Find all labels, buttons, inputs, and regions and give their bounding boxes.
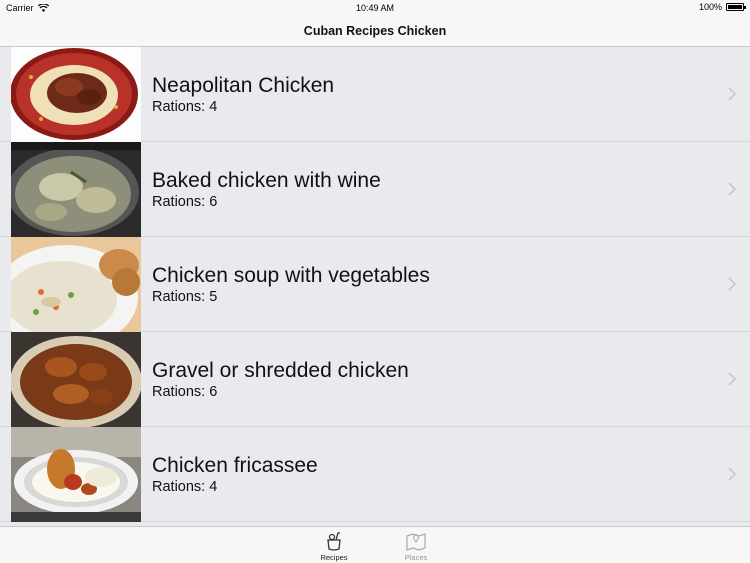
- status-right: 100%: [698, 2, 746, 12]
- recipe-text: Neapolitan Chicken Rations: 4: [141, 47, 334, 141]
- chevron-right-icon: [728, 467, 737, 481]
- tab-recipes[interactable]: Recipes: [314, 527, 354, 563]
- recipe-row[interactable]: Gravel or shredded chicken Rations: 6: [0, 332, 750, 427]
- recipe-image: [11, 237, 141, 332]
- chevron-right-icon: [728, 277, 737, 291]
- recipe-rations: Rations: 6: [152, 384, 218, 400]
- recipe-text: Chicken fricassee Rations: 4: [141, 427, 318, 521]
- chevron-right-icon: [728, 372, 737, 386]
- chevron-right-icon: [728, 87, 737, 101]
- recipe-title: Baked chicken with wine: [152, 169, 381, 192]
- recipe-title: Gravel or shredded chicken: [152, 359, 409, 382]
- recipe-image: [11, 47, 141, 142]
- recipe-rations: Rations: 4: [152, 479, 218, 495]
- status-bar: Carrier 10:49 AM 100%: [0, 0, 750, 16]
- tab-bar: Recipes Places: [0, 526, 750, 563]
- tab-places[interactable]: Places: [396, 527, 436, 563]
- recipe-image: [11, 427, 141, 522]
- recipe-list[interactable]: Neapolitan Chicken Rations: 4 Baked chic…: [0, 47, 750, 526]
- chevron-right-icon: [728, 182, 737, 196]
- battery-icon: [726, 3, 746, 11]
- recipe-rations: Rations: 5: [152, 289, 218, 305]
- recipes-icon: [327, 532, 341, 551]
- recipe-text: Chicken soup with vegetables Rations: 5: [141, 237, 430, 331]
- recipe-text: Gravel or shredded chicken Rations: 6: [141, 332, 409, 426]
- recipe-title: Chicken soup with vegetables: [152, 264, 430, 287]
- recipe-title: Neapolitan Chicken: [152, 74, 335, 97]
- recipe-image: [11, 142, 141, 237]
- tab-label: Places: [404, 553, 428, 562]
- recipe-row[interactable]: Chicken fricassee Rations: 4: [0, 427, 750, 522]
- map-icon: [406, 533, 426, 551]
- recipe-image: [11, 332, 141, 427]
- recipe-rations: Rations: 4: [152, 99, 218, 115]
- navigation-bar: Cuban Recipes Chicken: [0, 16, 750, 47]
- status-time: 10:49 AM: [355, 3, 395, 13]
- tab-label: Recipes: [320, 553, 348, 562]
- recipe-row[interactable]: Chicken soup with vegetables Rations: 5: [0, 237, 750, 332]
- battery-percent: 100%: [698, 2, 722, 12]
- page-title: Cuban Recipes Chicken: [303, 24, 447, 38]
- recipe-row[interactable]: Baked chicken with wine Rations: 6: [0, 142, 750, 237]
- recipe-text: Baked chicken with wine Rations: 6: [141, 142, 381, 236]
- recipe-row[interactable]: Neapolitan Chicken Rations: 4: [0, 47, 750, 142]
- recipe-title: Chicken fricassee: [152, 454, 318, 477]
- recipe-rations: Rations: 6: [152, 194, 218, 210]
